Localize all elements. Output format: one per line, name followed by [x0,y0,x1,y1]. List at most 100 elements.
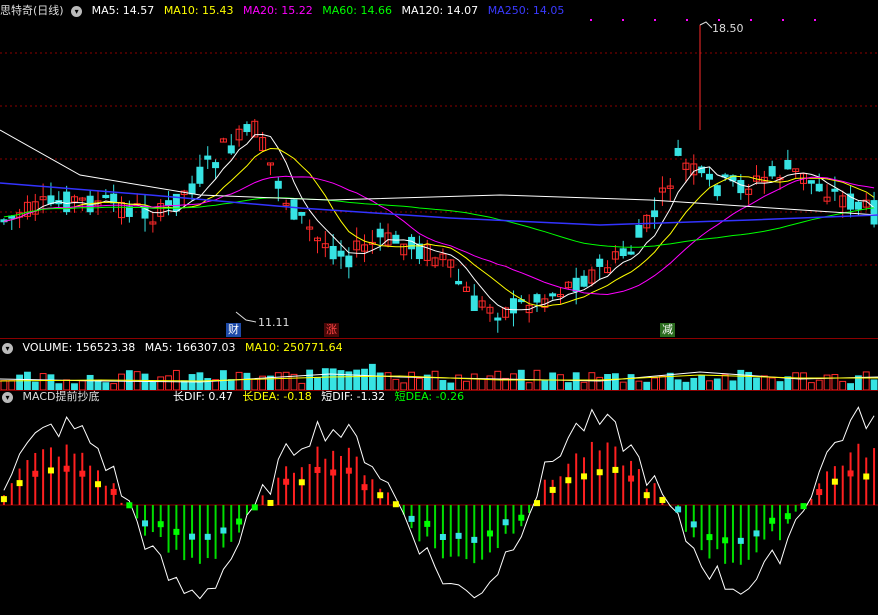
macd-signal-block [94,481,101,488]
macd-signal-block [0,496,7,503]
macd-toggle-icon[interactable]: ▾ [2,391,13,403]
macd-signal-block [283,478,290,485]
macd-signal-block [502,519,509,526]
volume-bar [510,373,517,390]
event-marker-jian[interactable]: 减 [660,323,675,337]
event-marker-cai[interactable]: 财 [226,323,241,337]
volume-bar [376,372,384,390]
low-pointer [235,311,257,323]
candle-body [635,225,643,238]
macd-signal-block [455,532,462,539]
high-price-label: 18.50 [712,22,744,35]
volume-bar [455,374,463,390]
macd-signal-block [330,469,337,476]
macd-signal-block [126,502,133,509]
event-marker-zhang[interactable]: 涨 [324,323,339,337]
chart-title: 思特奇(日线) [0,4,64,17]
candle-body [298,211,306,216]
volume-bar [282,371,290,390]
candle-body [337,250,345,257]
candle-body [572,277,580,292]
marker-dot [718,19,720,21]
volume-toggle-icon[interactable]: ▾ [2,342,13,354]
ma120-label: MA120: 14.07 [401,4,479,17]
volume-bar [165,375,172,390]
volume-ma5-label: MA5: 166307.03 [144,341,236,354]
candle-body [392,234,400,244]
volume-bar [635,380,643,390]
macd-signal-block [737,537,744,544]
macd-signal-block [16,480,23,487]
macd-signal-block [643,492,650,499]
volume-pane[interactable]: ▾ VOLUME: 156523.38 MA5: 166307.03 MA10:… [0,339,878,390]
macd-signal-block [471,536,478,543]
ma5-label: MA5: 14.57 [91,4,155,17]
candle-body [376,228,384,238]
volume-bar [337,370,345,390]
volume-bar [470,373,478,390]
volume-bar [792,372,800,390]
volume-bar [815,379,823,390]
volume-bar [321,368,329,390]
volume-bar [690,377,698,390]
candle-body [102,194,110,199]
macd-signal-block [784,513,791,520]
candle-body [768,166,776,177]
volume-bar [486,375,494,390]
macd-signal-block [753,530,760,537]
volume-bar [713,378,721,390]
candle-body [815,183,823,192]
macd-signal-block [110,488,117,495]
settings-toggle-icon[interactable]: ▾ [71,5,83,17]
macd-signal-block [549,486,556,493]
macd-signal-block [236,518,243,525]
candle-body [854,201,862,210]
volume-bar [674,379,682,390]
candle-body [290,199,298,220]
macd-signal-block [204,533,211,540]
candle-body [549,293,557,297]
volume-bar [361,368,368,390]
macd-signal-block [32,470,39,477]
volume-bar [564,382,572,390]
macd-signal-block [408,515,415,522]
volume-ma10-label: MA10: 250771.64 [244,341,343,354]
volume-bar [478,378,486,390]
candle-body [713,185,721,197]
candlestick-chart[interactable] [0,0,878,338]
macd-signal-block [298,479,305,486]
volume-bar [776,381,784,390]
volume-bar [721,374,729,390]
candle-body [188,183,196,195]
volume-bar [549,372,557,390]
macd-signal-block [439,533,446,540]
candle-body [705,173,713,180]
macd-signal-block [659,497,666,504]
volume-bar [172,369,180,390]
volume-bar [431,370,439,390]
candle-body [831,188,839,192]
volume-bar [572,372,580,390]
volume-bar [329,368,337,390]
macd-signal-block [800,503,807,510]
candle-body [784,159,792,170]
ma20-label: MA20: 15.22 [243,4,313,17]
price-pane[interactable]: 思特奇(日线) ▾ MA5: 14.57 MA10: 15.43 MA20: 1… [0,0,878,338]
macd-signal-block [392,501,399,508]
macd-pane[interactable]: ▾ MACD提前抄底 长DIF: 0.47 长DEA: -0.18 短DIF: … [0,390,878,615]
candle-body [212,162,220,169]
short-dea-label: 短DEA: -0.26 [394,390,465,403]
macd-signal-block [863,473,870,480]
volume-bar [666,372,674,390]
volume-bar [706,380,713,390]
macd-signal-block [533,500,540,507]
volume-bar [800,372,807,390]
candle-body [533,294,541,303]
candle-body [165,200,173,206]
volume-bar [768,377,776,390]
volume-bar [619,381,627,390]
candle-body [494,317,502,321]
candle-body [329,246,337,260]
macd-chart[interactable] [0,391,878,615]
candle-body [870,200,878,225]
